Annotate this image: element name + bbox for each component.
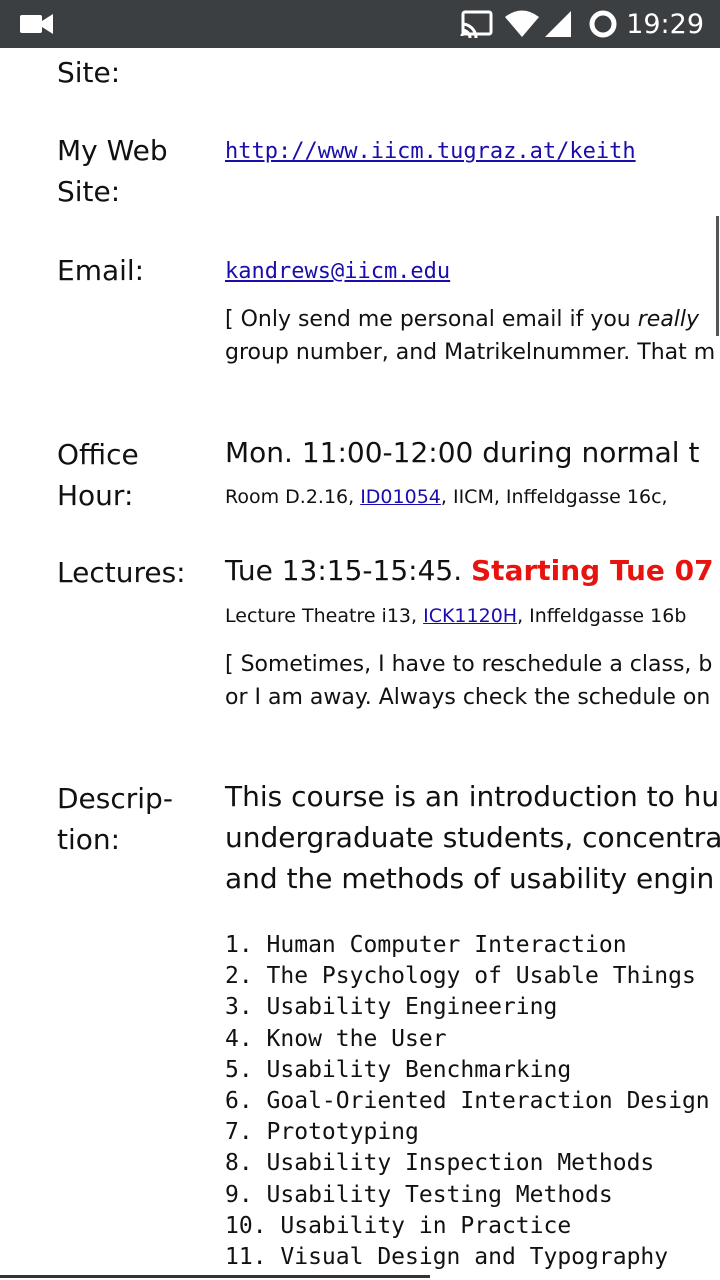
sync-ring-icon (588, 0, 618, 48)
list-item: 4. Know the User (225, 1025, 447, 1052)
signal-icon (544, 0, 572, 48)
topic-list: 1. Human Computer Interaction 2. The Psy… (225, 930, 710, 1273)
list-item: 7. Prototyping (225, 1119, 419, 1146)
lecture-time: Tue 13:15-15:45. Starting Tue 07 (225, 554, 714, 587)
email-note-emphasis: really (637, 307, 700, 332)
lecture-note-line2: or I am away. Always check the schedule … (225, 685, 711, 710)
status-bar: 19:29 (0, 0, 720, 48)
label-description-line2: tion: (57, 823, 121, 856)
label-office-hour: Office Hour: (57, 434, 139, 516)
label-web-site-line1: My Web (57, 134, 168, 167)
description-line3: and the methods of usability engin (225, 862, 715, 895)
lecture-theatre: Lecture Theatre i13, ICK1120H, Inffeldga… (225, 605, 686, 627)
list-item: 2. The Psychology of Usable Things (225, 963, 696, 990)
lecture-theatre-link[interactable]: ICK1120H (423, 605, 517, 627)
office-room-link[interactable]: ID01054 (360, 486, 441, 508)
website-link[interactable]: http://www.iicm.tugraz.at/keith (225, 139, 636, 164)
list-item: 3. Usability Engineering (225, 994, 558, 1021)
email-link[interactable]: kandrews@iicm.edu (225, 259, 450, 284)
horizontal-scrollbar[interactable] (0, 1275, 430, 1278)
list-item: 8. Usability Inspection Methods (225, 1150, 655, 1177)
lecture-note-line1: [ Sometimes, I have to reschedule a clas… (225, 652, 713, 677)
email-note-text: [ Only send me personal email if you (225, 307, 638, 332)
label-web-site: My Web Site: (57, 130, 168, 212)
list-item: 6. Goal-Oriented Interaction Design (225, 1088, 710, 1115)
email-note-line2: group number, and Matrikelnummer. That m (225, 340, 716, 365)
video-camera-icon (20, 0, 54, 48)
lecture-theatre-text: Lecture Theatre i13, (225, 605, 424, 627)
list-item: 9. Usability Testing Methods (225, 1181, 613, 1208)
label-site-tail: Site: (57, 56, 121, 89)
label-description-line1: Descrip- (57, 782, 173, 815)
label-email: Email: (57, 254, 145, 287)
office-room-text: Room D.2.16, (225, 486, 361, 508)
email-note-line1: [ Only send me personal email if you rea… (225, 307, 699, 332)
office-room: Room D.2.16, ID01054, IICM, Inffeldgasse… (225, 486, 668, 508)
list-item: 10. Usability in Practice (225, 1212, 572, 1239)
description-line1: This course is an introduction to hu (225, 780, 720, 813)
office-time: Mon. 11:00-12:00 during normal t (225, 436, 700, 469)
list-item: 11. Visual Design and Typography (225, 1244, 669, 1271)
label-lectures: Lectures: (57, 556, 186, 589)
web-content[interactable]: Site: My Web Site: http://www.iicm.tugra… (0, 48, 720, 1280)
description-line2: undergraduate students, concentra (225, 821, 720, 854)
lecture-theatre-address: , Inffeldgasse 16b (517, 605, 687, 627)
cast-icon (460, 0, 494, 48)
label-office-line2: Hour: (57, 479, 134, 512)
wifi-icon (504, 0, 540, 48)
label-web-site-line2: Site: (57, 175, 121, 208)
clock: 19:29 (626, 8, 704, 40)
list-item: 1. Human Computer Interaction (225, 932, 627, 958)
office-room-address: , IICM, Inffeldgasse 16c, (440, 486, 668, 508)
lecture-time-text: Tue 13:15-15:45. (225, 554, 472, 587)
label-office-line1: Office (57, 438, 139, 471)
vertical-scrollbar[interactable] (716, 216, 719, 336)
list-item: 5. Usability Benchmarking (225, 1056, 572, 1083)
lecture-start-date: Starting Tue 07 (471, 554, 714, 587)
label-description: Descrip- tion: (57, 778, 173, 860)
